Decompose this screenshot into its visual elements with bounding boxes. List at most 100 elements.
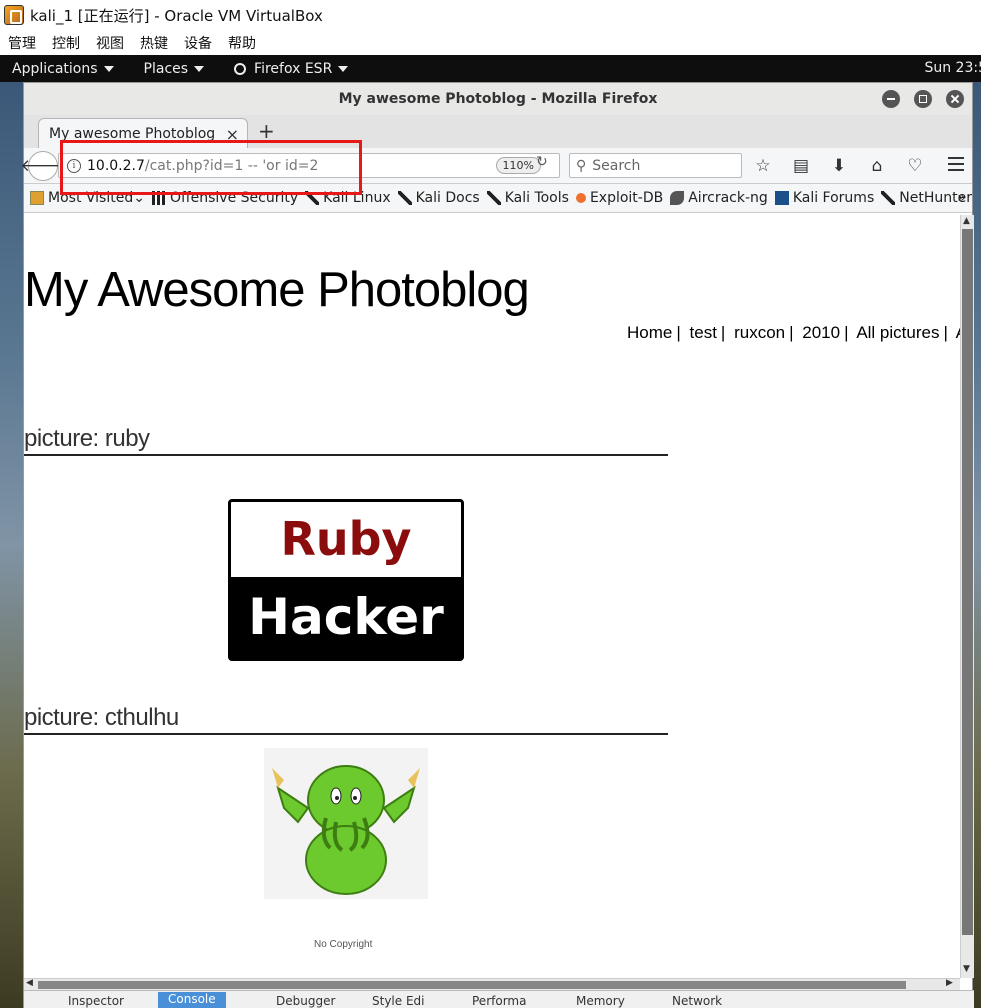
close-window-button[interactable] <box>946 90 964 108</box>
vbox-menu-view[interactable]: 视图 <box>96 33 124 53</box>
bookmark-aircrack-ng[interactable]: Aircrack-ng <box>670 190 768 206</box>
chevron-down-icon <box>338 65 349 72</box>
new-tab-button[interactable]: + <box>258 119 275 143</box>
bookmark-label: Exploit-DB <box>589 190 664 206</box>
zoom-indicator[interactable]: 110% <box>495 157 541 174</box>
ruby-image-top-text: Ruby <box>231 502 461 577</box>
vbox-menu-hotkeys[interactable]: 热键 <box>140 33 168 53</box>
search-placeholder: Search <box>592 157 641 174</box>
scroll-right-icon[interactable]: ▶ <box>946 978 953 988</box>
devtools-tab-style-editor[interactable]: Style Edi <box>372 994 425 1008</box>
navigation-toolbar: 🡐 i 10.0.2.7/cat.php?id=1 -- 'or id=2 11… <box>20 148 972 184</box>
firefox-window-title: My awesome Photoblog - Mozilla Firefox <box>338 91 658 107</box>
vbox-menu-devices[interactable]: 设备 <box>184 33 212 53</box>
panel-clock[interactable]: Sun 23:5 <box>924 60 981 76</box>
kali-dragon-icon <box>397 191 412 205</box>
tab-title: My awesome Photoblog <box>49 125 216 142</box>
offsec-icon <box>151 191 166 205</box>
horizontal-scroll-thumb[interactable] <box>38 981 906 989</box>
firefox-app-label: Firefox ESR <box>254 60 333 77</box>
nav-link-test[interactable]: test <box>690 323 717 342</box>
footer-copyright: No Copyright <box>314 939 373 950</box>
kali-dragon-icon <box>486 191 501 205</box>
bookmark-label: Kali Tools <box>504 190 569 206</box>
page-viewport: My Awesome Photoblog Home | test | ruxcon |… <box>24 215 960 978</box>
applications-menu[interactable]: Applications <box>12 61 114 77</box>
scroll-up-icon[interactable]: ▲ <box>963 216 970 226</box>
bookmark-star-icon[interactable]: ☆ <box>752 155 774 177</box>
aircrack-icon <box>670 191 685 205</box>
site-nav: Home | test | ruxcon | 2010 | All pictures | … <box>627 323 960 343</box>
firefox-icon <box>234 62 247 75</box>
places-menu[interactable]: Places <box>144 61 205 77</box>
devtools-toolbar: Inspector Console Debugger Style Edi Per… <box>24 990 974 1008</box>
devtools-tab-network[interactable]: Network <box>672 994 722 1008</box>
devtools-tab-inspector[interactable]: Inspector <box>68 994 124 1008</box>
url-path: /cat.php?id=1 -- 'or id=2 <box>144 157 319 174</box>
vbox-menu-manage[interactable]: 管理 <box>8 33 36 53</box>
firefox-titlebar[interactable]: My awesome Photoblog - Mozilla Firefox <box>24 83 972 115</box>
bookmark-offensive-security[interactable]: Offensive Security <box>151 190 299 206</box>
vbox-menu-help[interactable]: 帮助 <box>228 33 256 53</box>
nav-link-all-pictures[interactable]: All pictures <box>856 323 939 342</box>
vertical-scroll-thumb[interactable] <box>962 229 973 935</box>
bookmarks-overflow-button[interactable]: » <box>957 190 966 206</box>
cthulhu-image[interactable] <box>264 748 428 899</box>
bookmark-label: Most Visited <box>48 190 134 206</box>
tab-photoblog[interactable]: My awesome Photoblog × <box>38 118 248 148</box>
nav-separator: | <box>789 323 794 342</box>
vertical-scrollbar[interactable]: ▲ ▼ <box>960 215 974 978</box>
bookmarks-toolbar: Most Visited ⌄ Offensive Security Kali Li… <box>24 184 972 213</box>
scroll-left-icon[interactable]: ◀ <box>26 978 33 988</box>
nav-separator: | <box>943 323 948 342</box>
firefox-app-menu[interactable]: Firefox ESR <box>234 60 349 77</box>
reload-icon[interactable]: ↻ <box>536 154 548 170</box>
bookmark-kali-tools[interactable]: Kali Tools <box>486 190 569 206</box>
chevron-down-icon: ⌄ <box>133 190 145 206</box>
home-icon[interactable]: ⌂ <box>866 155 888 177</box>
picture-title-cthulhu: picture: cthulhu <box>24 704 668 735</box>
horizontal-scrollbar[interactable]: ◀ ▶ <box>24 978 960 990</box>
scroll-down-icon[interactable]: ▼ <box>963 964 970 974</box>
url-bar[interactable]: i 10.0.2.7/cat.php?id=1 -- 'or id=2 110% <box>58 153 560 178</box>
bookmark-kali-docs[interactable]: Kali Docs <box>397 190 480 206</box>
places-label: Places <box>143 60 189 77</box>
vbox-menubar: 管理 控制 视图 热键 设备 帮助 <box>0 30 981 55</box>
chevron-down-icon <box>194 65 205 72</box>
virtualbox-icon <box>4 5 24 25</box>
vbox-window-title: kali_1 [正在运行] - Oracle VM VirtualBox <box>30 6 323 25</box>
firefox-window: My awesome Photoblog - Mozilla Firefox M… <box>20 82 974 1008</box>
nav-link-2010[interactable]: 2010 <box>802 323 840 342</box>
pocket-icon[interactable]: ♡ <box>904 155 926 177</box>
bookmark-kali-linux[interactable]: Kali Linux <box>305 190 391 206</box>
nav-separator: | <box>676 323 681 342</box>
nav-link-ruxcon[interactable]: ruxcon <box>734 323 785 342</box>
devtools-tab-console[interactable]: Console <box>158 992 226 1008</box>
devtools-tab-debugger[interactable]: Debugger <box>276 994 335 1008</box>
info-icon[interactable]: i <box>67 158 81 173</box>
applications-label: Applications <box>12 60 98 77</box>
devtools-tab-memory[interactable]: Memory <box>576 994 625 1008</box>
kali-dragon-icon <box>305 191 320 205</box>
nav-separator: | <box>844 323 849 342</box>
bookmark-kali-forums[interactable]: Kali Forums <box>774 190 874 206</box>
close-tab-icon[interactable]: × <box>226 125 239 144</box>
nav-link-home[interactable]: Home <box>627 323 672 342</box>
bookmark-exploit-db[interactable]: Exploit-DB <box>575 190 664 206</box>
bookmark-most-visited[interactable]: Most Visited ⌄ <box>30 190 145 206</box>
menu-icon[interactable] <box>948 157 964 171</box>
reading-list-icon[interactable]: ▤ <box>790 155 812 177</box>
ruby-hacker-image[interactable]: Ruby Hacker <box>228 499 464 661</box>
devtools-tab-performance[interactable]: Performa <box>472 994 526 1008</box>
vbox-menu-control[interactable]: 控制 <box>52 33 80 53</box>
minimize-button[interactable] <box>882 90 900 108</box>
kali-top-panel: Applications Places Firefox ESR Sun 23:5 <box>0 55 981 82</box>
kali-dragon-icon <box>881 191 896 205</box>
download-icon[interactable]: ⬇ <box>828 155 850 177</box>
site-title: My Awesome Photoblog <box>24 263 530 317</box>
search-input[interactable]: ⚲ Search <box>569 153 742 178</box>
maximize-button[interactable] <box>914 90 932 108</box>
url-host: 10.0.2.7 <box>87 157 145 174</box>
back-button[interactable]: 🡐 <box>20 151 66 181</box>
bookmark-label: Offensive Security <box>169 190 299 206</box>
